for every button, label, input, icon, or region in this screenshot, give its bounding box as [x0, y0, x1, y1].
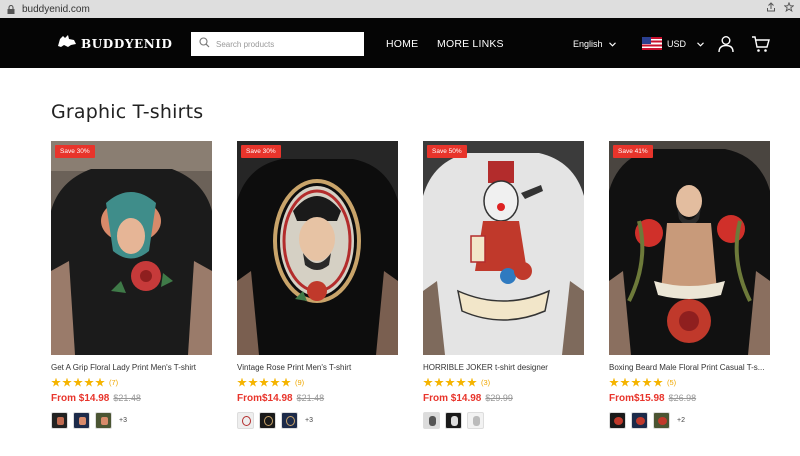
- product-image[interactable]: Save 50%: [423, 141, 584, 355]
- currency-selector[interactable]: USD: [642, 37, 704, 50]
- rating-count: (9): [295, 378, 305, 387]
- product-rating: (5): [609, 377, 770, 388]
- swatch-navy[interactable]: [281, 412, 298, 429]
- product-image[interactable]: Save 30%: [237, 141, 398, 355]
- logo-text: BUDDYENID: [81, 36, 173, 51]
- color-swatches: [423, 412, 584, 429]
- discount-badge: Save 30%: [241, 145, 281, 158]
- star-icon: [631, 377, 641, 387]
- swatch-navy[interactable]: [631, 412, 648, 429]
- star-icon: [653, 377, 663, 387]
- site-header: BUDDYENID HOME MORE LINKS English USD: [0, 18, 800, 68]
- swatch-light[interactable]: [467, 412, 484, 429]
- cart-icon[interactable]: [751, 35, 770, 58]
- lock-icon: [6, 4, 16, 14]
- price-row: From$15.98 $26.98: [609, 393, 770, 404]
- product-name[interactable]: Boxing Beard Male Floral Print Casual T-…: [609, 363, 770, 372]
- discount-badge: Save 50%: [427, 145, 467, 158]
- star-icon: [281, 377, 291, 387]
- more-colors[interactable]: +2: [677, 417, 685, 424]
- swatch-green[interactable]: [653, 412, 670, 429]
- swatch-black[interactable]: [609, 412, 626, 429]
- product-card[interactable]: Save 30% Vintage Rose Print Men's T-shir…: [237, 141, 398, 429]
- search-input[interactable]: [216, 39, 356, 49]
- product-rating: (3): [423, 377, 584, 388]
- old-price: $29.99: [485, 393, 513, 403]
- swatch-black[interactable]: [259, 412, 276, 429]
- price: From $14.98: [51, 393, 110, 404]
- star-icon: [642, 377, 652, 387]
- page-title: Graphic T-shirts: [51, 101, 204, 123]
- star-icon: [95, 377, 105, 387]
- star-icon: [434, 377, 444, 387]
- price-row: From $14.98 $21.48: [51, 393, 212, 404]
- language-label: English: [573, 39, 603, 49]
- nav-home[interactable]: HOME: [386, 38, 418, 50]
- swatch-black[interactable]: [51, 412, 68, 429]
- swatch-white[interactable]: [237, 412, 254, 429]
- star-icon: [467, 377, 477, 387]
- wolf-logo-icon: [57, 34, 77, 53]
- star-icon: [620, 377, 630, 387]
- product-name[interactable]: Vintage Rose Print Men's T-shirt: [237, 363, 398, 372]
- star-icon: [445, 377, 455, 387]
- chevron-down-icon: [608, 39, 616, 49]
- star-icon: [423, 377, 433, 387]
- star-icon: [62, 377, 72, 387]
- old-price: $21.48: [113, 393, 141, 403]
- star-icon: [73, 377, 83, 387]
- discount-badge: Save 30%: [55, 145, 95, 158]
- swatch-green[interactable]: [95, 412, 112, 429]
- star-icon: [51, 377, 61, 387]
- account-icon[interactable]: [717, 35, 735, 58]
- star-icon[interactable]: [783, 1, 795, 15]
- discount-badge: Save 41%: [613, 145, 653, 158]
- star-icon: [609, 377, 619, 387]
- star-icon: [248, 377, 258, 387]
- rating-count: (7): [109, 378, 119, 387]
- product-name[interactable]: HORRIBLE JOKER t-shirt designer: [423, 363, 584, 372]
- rating-count: (3): [481, 378, 491, 387]
- price: From $14.98: [423, 393, 482, 404]
- swatch-navy[interactable]: [73, 412, 90, 429]
- rating-count: (5): [667, 378, 677, 387]
- star-icon: [456, 377, 466, 387]
- product-rating: (7): [51, 377, 212, 388]
- product-card[interactable]: Save 30% Get A Grip Floral Lady Print Me…: [51, 141, 212, 429]
- language-selector[interactable]: English: [573, 39, 616, 49]
- more-colors[interactable]: +3: [305, 417, 313, 424]
- old-price: $26.98: [668, 393, 697, 403]
- star-icon: [270, 377, 280, 387]
- price: From$15.98: [609, 393, 665, 404]
- swatch-black[interactable]: [445, 412, 462, 429]
- nav-more-links[interactable]: MORE LINKS: [437, 38, 504, 50]
- product-name[interactable]: Get A Grip Floral Lady Print Men's T-shi…: [51, 363, 212, 372]
- price: From$14.98: [237, 393, 293, 404]
- url-text[interactable]: buddyenid.com: [22, 4, 90, 15]
- old-price: $21.48: [296, 393, 325, 403]
- browser-url-bar[interactable]: buddyenid.com: [0, 0, 800, 18]
- star-icon: [84, 377, 94, 387]
- color-swatches: +3: [51, 412, 212, 429]
- site-logo[interactable]: BUDDYENID: [57, 34, 173, 53]
- star-icon: [259, 377, 269, 387]
- price-row: From $14.98 $29.99: [423, 393, 584, 404]
- chevron-down-icon: [697, 39, 704, 49]
- color-swatches: +3: [237, 412, 398, 429]
- currency-label: USD: [667, 38, 687, 49]
- product-image[interactable]: Save 30%: [51, 141, 212, 355]
- share-icon[interactable]: [766, 2, 776, 15]
- product-rating: (9): [237, 377, 398, 388]
- star-icon: [237, 377, 247, 387]
- search-box[interactable]: [191, 32, 364, 56]
- product-card[interactable]: Save 41% Boxing Beard Male Floral Print …: [609, 141, 770, 429]
- color-swatches: +2: [609, 412, 770, 429]
- product-card[interactable]: Save 50% HORRIBLE JOKER t-shirt designer…: [423, 141, 584, 429]
- price-row: From$14.98 $21.48: [237, 393, 398, 404]
- more-colors[interactable]: +3: [119, 417, 127, 424]
- us-flag-icon: [642, 37, 662, 50]
- product-image[interactable]: Save 41%: [609, 141, 770, 355]
- swatch-white[interactable]: [423, 412, 440, 429]
- search-icon[interactable]: [199, 35, 210, 53]
